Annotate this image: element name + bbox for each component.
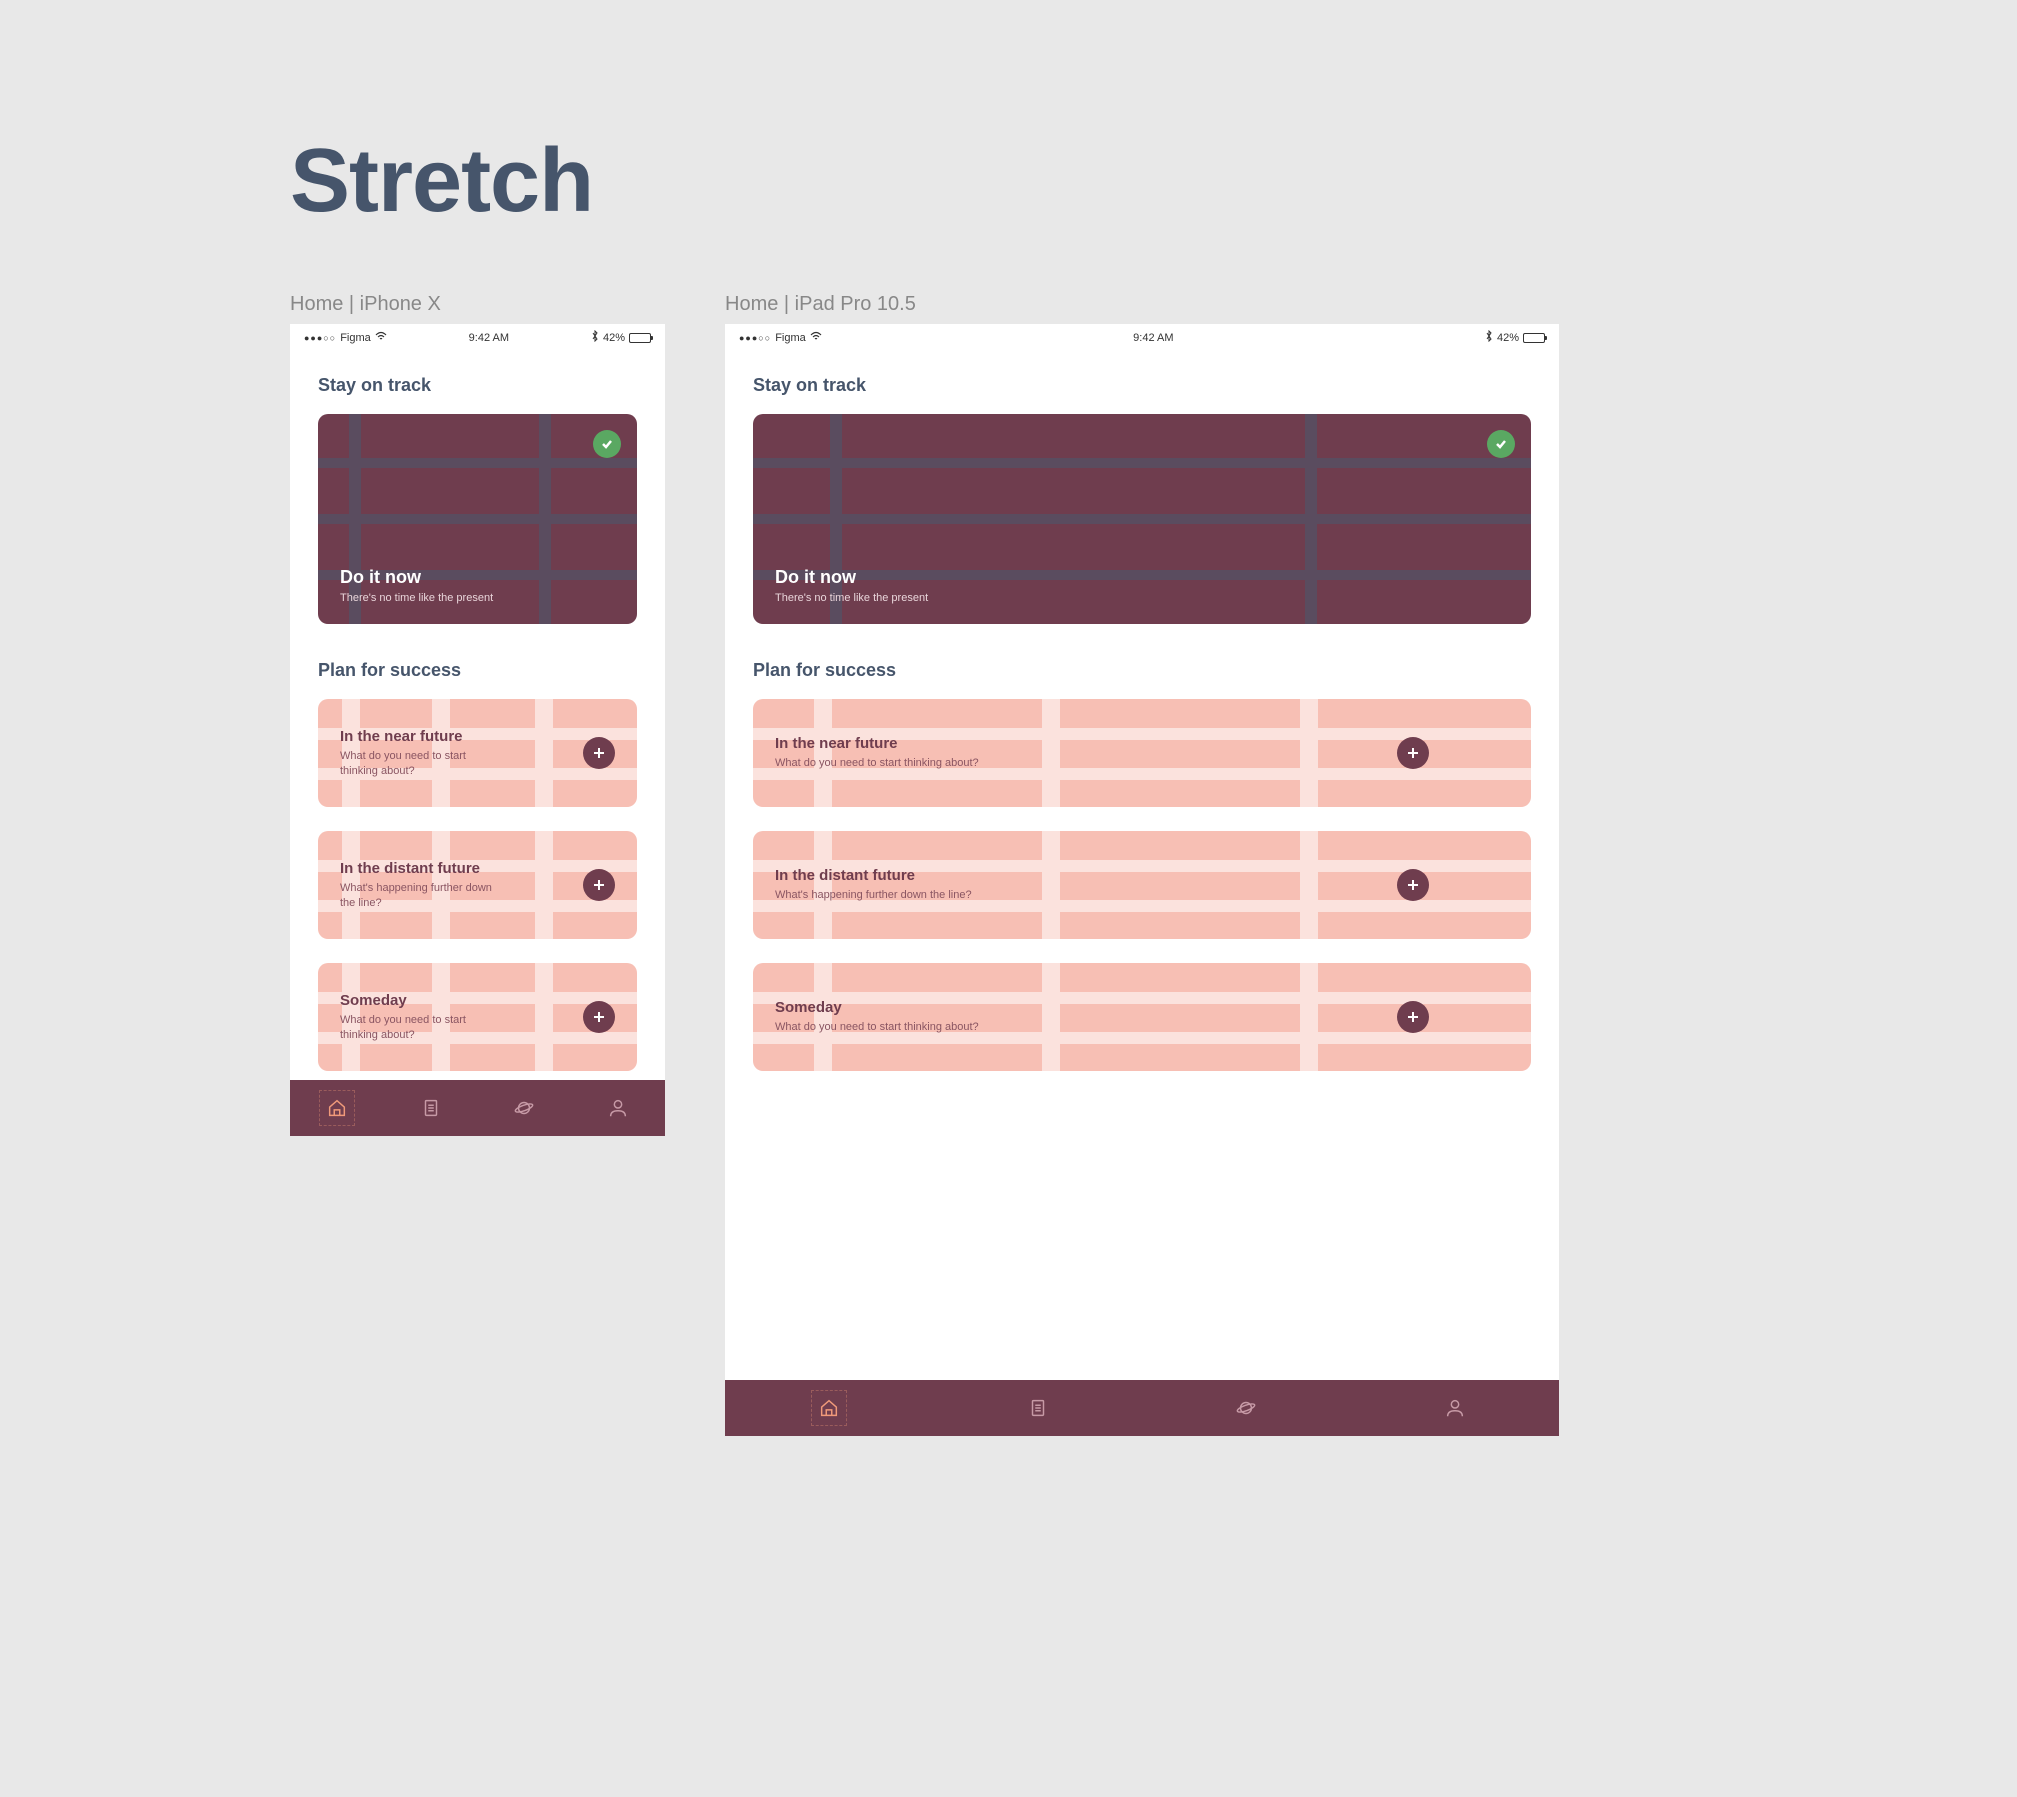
plan-subtitle: What's happening further down the line? xyxy=(775,888,972,903)
add-button[interactable] xyxy=(1397,869,1429,901)
home-icon xyxy=(326,1097,348,1119)
tab-home[interactable] xyxy=(725,1380,934,1436)
plan-card-near[interactable]: In the near future What do you need to s… xyxy=(753,699,1531,807)
plus-icon xyxy=(592,1010,606,1024)
home-icon xyxy=(818,1397,840,1419)
check-badge xyxy=(593,430,621,458)
frame-label-ipad: Home | iPad Pro 10.5 xyxy=(725,293,1559,316)
plan-card-someday[interactable]: Someday What do you need to start thinki… xyxy=(753,963,1531,1071)
tab-planet[interactable] xyxy=(1142,1380,1351,1436)
plan-title: In the near future xyxy=(340,728,505,745)
tab-bar xyxy=(290,1080,665,1136)
add-button[interactable] xyxy=(583,737,615,769)
status-time: 9:42 AM xyxy=(1133,332,1173,344)
check-icon xyxy=(600,437,614,451)
plan-title: In the distant future xyxy=(340,860,505,877)
add-button[interactable] xyxy=(583,869,615,901)
plan-card-distant[interactable]: In the distant future What's happening f… xyxy=(753,831,1531,939)
plan-title: In the near future xyxy=(775,735,979,752)
planet-icon xyxy=(1235,1397,1257,1419)
signal-dots-icon: ●●●○○ xyxy=(739,333,771,343)
tab-list[interactable] xyxy=(384,1080,478,1136)
planet-icon xyxy=(513,1097,535,1119)
profile-icon xyxy=(1444,1397,1466,1419)
status-bar: ●●●○○ Figma 9:42 AM 42% xyxy=(290,324,665,351)
wifi-icon xyxy=(810,331,822,344)
frame-label-iphone: Home | iPhone X xyxy=(290,293,665,316)
frame-ipad: Home | iPad Pro 10.5 ●●●○○ Figma 9:42 AM… xyxy=(725,293,1559,1436)
battery-icon xyxy=(1523,333,1545,343)
hero-title: Do it now xyxy=(340,567,615,588)
device-iphone: ●●●○○ Figma 9:42 AM 42% Stay on track xyxy=(290,324,665,1136)
page-title: Stretch xyxy=(290,130,1927,233)
battery-pct: 42% xyxy=(603,332,625,344)
add-button[interactable] xyxy=(1397,1001,1429,1033)
tab-profile[interactable] xyxy=(571,1080,665,1136)
plan-subtitle: What do you need to start thinking about… xyxy=(340,1013,505,1043)
section-heading-plan: Plan for success xyxy=(753,660,1531,681)
hero-card[interactable]: Do it now There's no time like the prese… xyxy=(318,414,637,624)
plan-title: In the distant future xyxy=(775,867,972,884)
tab-planet[interactable] xyxy=(478,1080,572,1136)
plus-icon xyxy=(1406,878,1420,892)
hero-subtitle: There's no time like the present xyxy=(775,592,1509,604)
wifi-icon xyxy=(375,331,387,344)
battery-pct: 42% xyxy=(1497,332,1519,344)
plan-subtitle: What do you need to start thinking about… xyxy=(775,756,979,771)
signal-dots-icon: ●●●○○ xyxy=(304,333,336,343)
carrier-label: Figma xyxy=(775,332,806,344)
plan-card-near[interactable]: In the near future What do you need to s… xyxy=(318,699,637,807)
list-icon xyxy=(1027,1397,1049,1419)
plus-icon xyxy=(592,878,606,892)
plan-subtitle: What's happening further down the line? xyxy=(340,881,505,911)
device-ipad: ●●●○○ Figma 9:42 AM 42% Stay on track xyxy=(725,324,1559,1436)
profile-icon xyxy=(607,1097,629,1119)
status-time: 9:42 AM xyxy=(469,332,509,344)
section-heading-track: Stay on track xyxy=(753,375,1531,396)
check-icon xyxy=(1494,437,1508,451)
plan-title: Someday xyxy=(340,992,505,1009)
status-bar: ●●●○○ Figma 9:42 AM 42% xyxy=(725,324,1559,351)
bluetooth-icon xyxy=(1485,330,1493,345)
plan-list: In the near future What do you need to s… xyxy=(318,699,637,1071)
hero-card[interactable]: Do it now There's no time like the prese… xyxy=(753,414,1531,624)
plan-list: In the near future What do you need to s… xyxy=(753,699,1531,1071)
tab-bar xyxy=(725,1380,1559,1436)
carrier-label: Figma xyxy=(340,332,371,344)
add-button[interactable] xyxy=(1397,737,1429,769)
tab-list[interactable] xyxy=(934,1380,1143,1436)
plan-card-distant[interactable]: In the distant future What's happening f… xyxy=(318,831,637,939)
section-heading-plan: Plan for success xyxy=(318,660,637,681)
bluetooth-icon xyxy=(591,330,599,345)
plan-title: Someday xyxy=(775,999,979,1016)
frame-iphone: Home | iPhone X ●●●○○ Figma 9:42 AM 42% xyxy=(290,293,665,1136)
tab-profile[interactable] xyxy=(1351,1380,1560,1436)
plus-icon xyxy=(1406,1010,1420,1024)
hero-subtitle: There's no time like the present xyxy=(340,592,615,604)
tab-home[interactable] xyxy=(290,1080,384,1136)
plus-icon xyxy=(1406,746,1420,760)
battery-icon xyxy=(629,333,651,343)
add-button[interactable] xyxy=(583,1001,615,1033)
list-icon xyxy=(420,1097,442,1119)
plan-subtitle: What do you need to start thinking about… xyxy=(775,1020,979,1035)
plan-subtitle: What do you need to start thinking about… xyxy=(340,749,505,779)
section-heading-track: Stay on track xyxy=(318,375,637,396)
hero-title: Do it now xyxy=(775,567,1509,588)
plan-card-someday[interactable]: Someday What do you need to start thinki… xyxy=(318,963,637,1071)
plus-icon xyxy=(592,746,606,760)
check-badge xyxy=(1487,430,1515,458)
